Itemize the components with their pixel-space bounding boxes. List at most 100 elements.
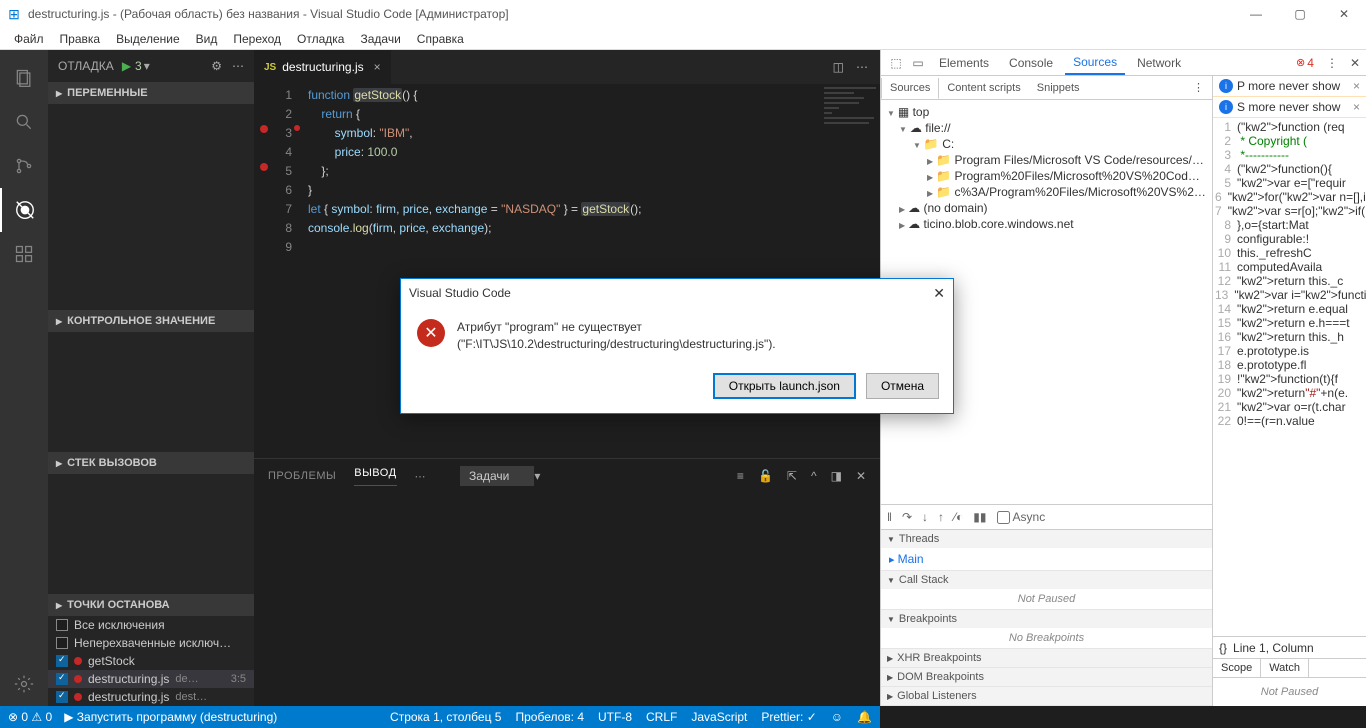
console-msg-2[interactable]: iS more never show× [1213,97,1366,118]
status-lang[interactable]: JavaScript [691,710,747,724]
bp-uncaught[interactable]: Неперехваченные исключ… [48,634,254,652]
debug-icon[interactable] [0,188,48,232]
settings-icon[interactable] [0,662,48,706]
threads-section[interactable]: Threads▸ Main [881,530,1212,571]
close-tab-icon[interactable]: × [374,60,381,74]
search-icon[interactable] [0,100,48,144]
bp-file1[interactable]: destructuring.jsde…3:5 [48,670,254,688]
watch-tab[interactable]: Watch [1261,659,1309,677]
status-errors[interactable]: ⊗ 0 ⚠ 0 [8,710,52,724]
extensions-icon[interactable] [0,232,48,276]
status-eol[interactable]: CRLF [646,710,677,724]
xhr-section[interactable]: XHR Breakpoints [881,649,1212,668]
maximize-button[interactable]: ▢ [1278,0,1322,28]
tab-more[interactable]: ⋯ [415,470,427,483]
menu-edit[interactable]: Правка [52,30,109,48]
tree-file[interactable]: ☁ file:// [883,120,1210,136]
menu-tasks[interactable]: Задачи [352,30,408,48]
close-panel-icon[interactable]: ✕ [856,469,866,483]
open-launch-button[interactable]: Открыть launch.json [713,373,856,399]
deactivate-bp-icon[interactable]: ⁄◐ [954,510,963,524]
tree-nodomain[interactable]: ☁ (no domain) [883,200,1210,216]
status-launch[interactable]: ▶ Запустить программу (destructuring) [64,710,277,724]
tree-top[interactable]: ▦ top [883,104,1210,120]
more-icon[interactable]: ⋯ [232,59,244,73]
global-section[interactable]: Global Listeners [881,687,1212,706]
tree-c[interactable]: 📁 C: [883,136,1210,152]
clear-icon[interactable]: 🔓 [758,469,773,483]
dialog-close-icon[interactable]: ✕ [933,285,945,302]
pause-icon[interactable]: ‖ [887,510,892,524]
device-icon[interactable]: ▭ [909,56,927,70]
error-count[interactable]: ⊗4 [1296,56,1314,70]
step-into-icon[interactable]: ↓ [922,510,928,524]
subtabs-more-icon[interactable]: ⋮ [1185,77,1212,98]
dismiss-icon[interactable]: × [1353,79,1360,93]
status-spaces[interactable]: Пробелов: 4 [515,710,584,724]
filter-icon[interactable]: ≡ [737,469,744,483]
menu-help[interactable]: Справка [409,30,472,48]
tree-blob[interactable]: ☁ ticino.blob.core.windows.net [883,216,1210,232]
callstack-header[interactable]: СТЕК ВЫЗОВОВ [48,452,254,474]
breakpoints-header[interactable]: ТОЧКИ ОСТАНОВА [48,594,254,616]
tree-p1[interactable]: 📁 Program Files/Microsoft VS Code/resour… [883,152,1210,168]
devtools-close-icon[interactable]: ✕ [1350,56,1360,70]
console-msg-1[interactable]: iP more never show× [1213,76,1366,97]
start-debug-button[interactable]: ▶ [122,59,131,73]
expand-icon[interactable]: ⇱ [787,469,797,483]
more-actions-icon[interactable]: ⋯ [856,60,868,74]
menu-file[interactable]: Файл [6,30,52,48]
tab-console[interactable]: Console [1001,52,1061,74]
explorer-icon[interactable] [0,56,48,100]
pause-exceptions-icon[interactable]: ▮▮ [973,510,986,524]
async-checkbox[interactable] [997,511,1010,524]
menu-debug[interactable]: Отладка [289,30,352,48]
tree-p3[interactable]: 📁 c%3A/Program%20Files/Microsoft%20VS%20… [883,184,1210,200]
debug-config-number[interactable]: 3 [135,59,142,73]
bp-all-exceptions[interactable]: Все исключения [48,616,254,634]
layout-icon[interactable]: ◨ [831,469,842,483]
dismiss-icon[interactable]: × [1353,100,1360,114]
chevron-down-icon[interactable]: ▾ [144,59,150,73]
inspect-icon[interactable]: ⬚ [887,56,905,70]
tab-destructuring[interactable]: JS destructuring.js × [254,50,392,84]
menu-selection[interactable]: Выделение [108,30,188,48]
callstack-section[interactable]: Call StackNot Paused [881,571,1212,610]
scope-tab[interactable]: Scope [1213,659,1261,677]
status-prettier[interactable]: Prettier: ✓ [761,710,816,724]
status-feedback-icon[interactable]: ☺ [831,710,843,724]
status-bell-icon[interactable]: 🔔 [857,710,872,724]
bp-file2[interactable]: destructuring.jsdest… [48,688,254,706]
menu-go[interactable]: Переход [225,30,289,48]
maximize-panel-icon[interactable]: ^ [811,469,817,483]
tab-output[interactable]: ВЫВОД [354,467,396,486]
tab-sources[interactable]: Sources [1065,51,1125,75]
debug-settings-icon[interactable]: ⚙ [211,59,222,73]
cancel-button[interactable]: Отмена [866,373,939,399]
git-icon[interactable] [0,144,48,188]
close-button[interactable]: ✕ [1322,0,1366,28]
breakpoint-dot[interactable] [260,125,268,133]
status-pos[interactable]: Строка 1, столбец 5 [390,710,501,724]
subtab-content[interactable]: Content scripts [939,78,1028,98]
menu-view[interactable]: Вид [188,30,226,48]
watch-header[interactable]: КОНТРОЛЬНОЕ ЗНАЧЕНИЕ [48,310,254,332]
status-encoding[interactable]: UTF-8 [598,710,632,724]
output-select[interactable]: Задачи [460,466,534,486]
subtab-snippets[interactable]: Snippets [1029,78,1088,98]
variables-header[interactable]: ПЕРЕМЕННЫЕ [48,82,254,104]
tab-elements[interactable]: Elements [931,52,997,74]
bp-getstock[interactable]: getStock [48,652,254,670]
devtools-source[interactable]: 1("kw2">function (req2 * Copyright (3 *-… [1213,118,1366,636]
split-editor-icon[interactable]: ◫ [833,60,844,74]
tab-network[interactable]: Network [1129,52,1189,74]
subtab-sources[interactable]: Sources [881,78,939,99]
step-over-icon[interactable]: ↷ [902,510,912,524]
breakpoints-section[interactable]: BreakpointsNo Breakpoints [881,610,1212,649]
step-out-icon[interactable]: ↑ [938,510,944,524]
dom-section[interactable]: DOM Breakpoints [881,668,1212,687]
tree-p2[interactable]: 📁 Program%20Files/Microsoft%20VS%20Code/… [883,168,1210,184]
minimize-button[interactable]: — [1234,0,1278,28]
breakpoint-dot[interactable] [260,163,268,171]
tab-problems[interactable]: ПРОБЛЕМЫ [268,470,336,482]
